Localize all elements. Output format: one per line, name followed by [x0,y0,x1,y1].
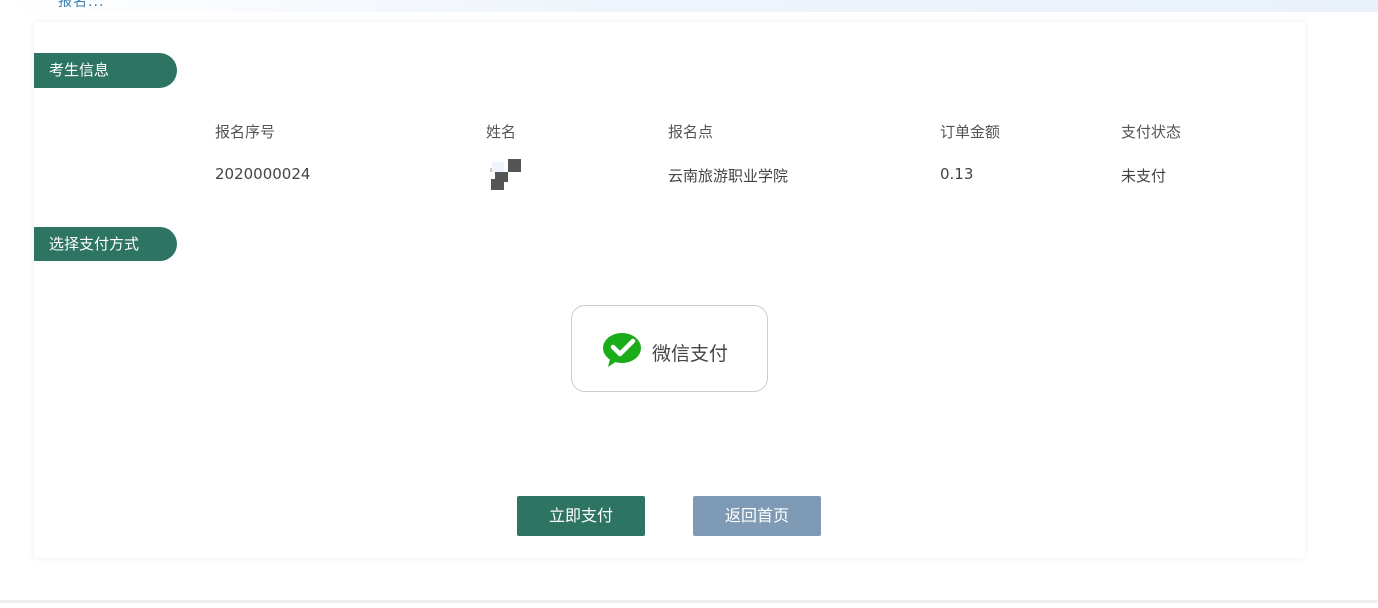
main-card [34,22,1305,558]
pixelated-avatar-icon [490,159,521,190]
column-header-status: 支付状态 [1121,123,1182,141]
column-header-serial: 报名序号 [215,123,276,141]
footer-divider [0,600,1378,603]
cell-serial: 2020000024 [215,165,311,183]
back-home-button[interactable]: 返回首页 [693,496,821,536]
section-title-payment-method: 选择支付方式 [34,227,177,261]
header-title: 报名... [58,0,105,10]
section-title-candidate-info: 考生信息 [34,53,177,88]
wechat-icon [603,333,641,367]
wechat-pay-option[interactable]: 微信支付 [571,305,768,392]
column-header-name: 姓名 [486,123,517,141]
column-header-amount: 订单金额 [940,123,1001,141]
wechat-pay-label: 微信支付 [652,343,729,365]
payment-page: 报名... 考生信息 报名序号 姓名 报名点 订单金额 支付状态 2020000… [0,0,1378,608]
pay-now-button[interactable]: 立即支付 [517,496,645,536]
cell-site: 云南旅游职业学院 [668,167,789,185]
column-header-site: 报名点 [668,123,714,141]
top-header-strip: 报名... [0,0,1378,12]
cell-status: 未支付 [1121,167,1167,185]
cell-amount: 0.13 [940,165,974,183]
